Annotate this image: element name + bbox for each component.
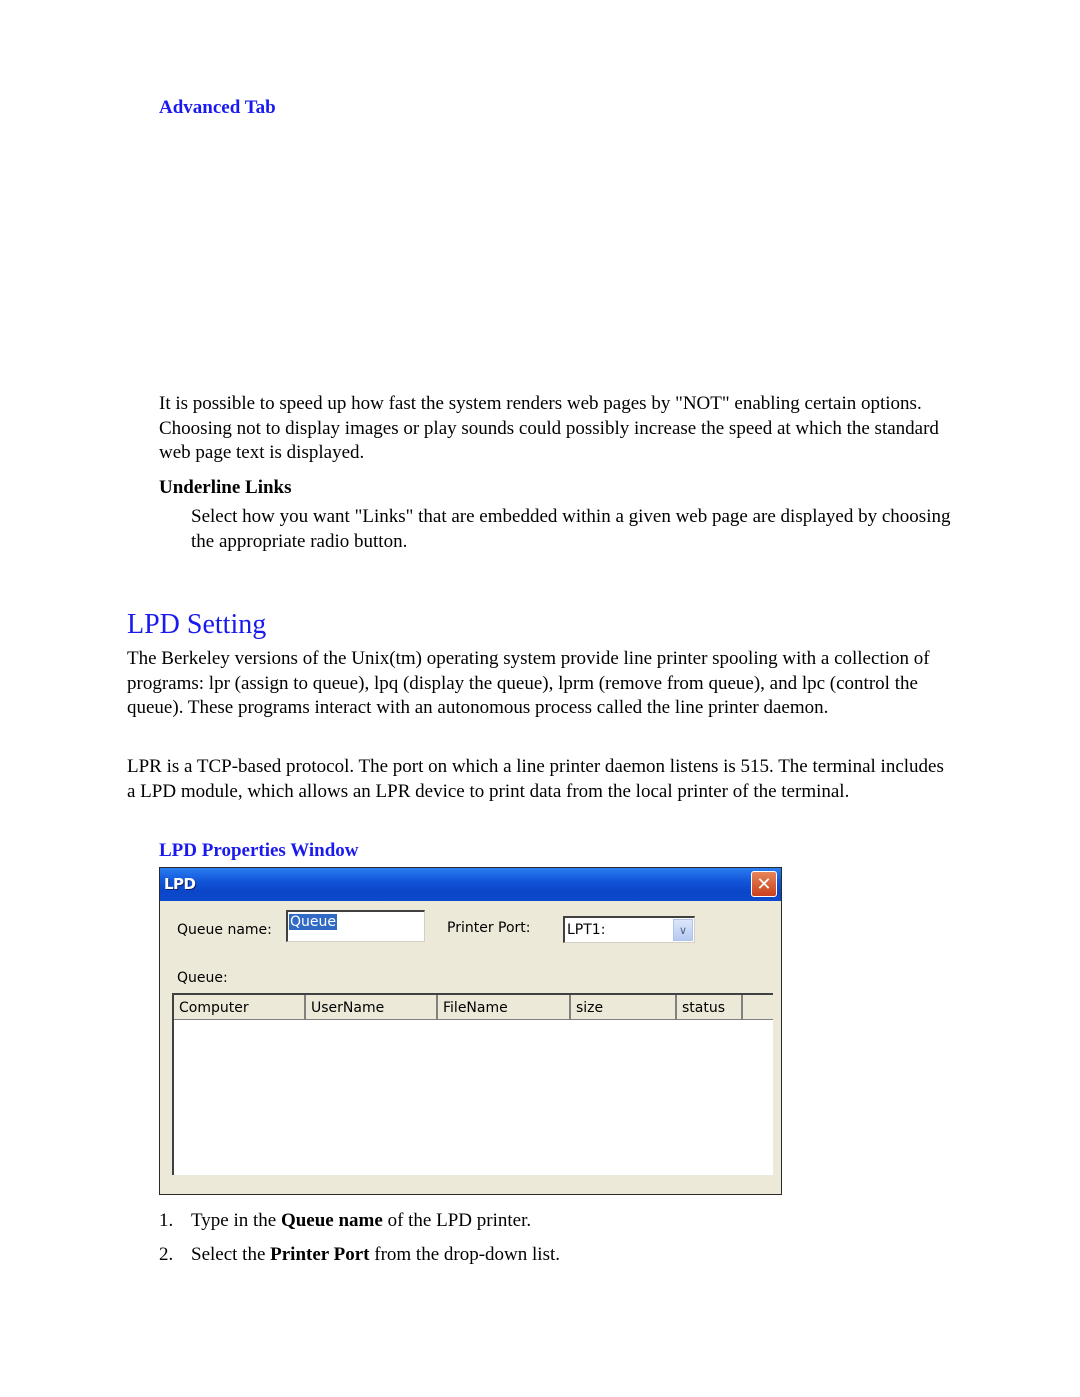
advanced-paragraph: It is possible to speed up how fast the …: [159, 393, 939, 463]
queue-list-header: Computer UserName FileName size status: [174, 995, 773, 1020]
printer-port-label: Printer Port:: [447, 920, 531, 936]
column-header-username[interactable]: UserName: [306, 995, 438, 1020]
step-text: Type in the: [191, 1210, 281, 1231]
queue-name-value: Queue: [289, 914, 337, 930]
close-button[interactable]: ✕: [751, 871, 777, 897]
step-text: from the drop-down list.: [369, 1244, 561, 1265]
queue-list[interactable]: Computer UserName FileName size status: [172, 993, 773, 1175]
column-header-filename[interactable]: FileName: [438, 995, 571, 1020]
queue-name-label: Queue name:: [177, 922, 272, 938]
queue-name-input[interactable]: Queue: [286, 910, 425, 942]
column-header-status[interactable]: status: [677, 995, 743, 1020]
printer-port-select[interactable]: LPT1: ∨: [563, 916, 695, 943]
step-text: of the LPD printer.: [382, 1210, 532, 1231]
underline-links-text: Select how you want "Links" that are emb…: [191, 506, 951, 552]
printer-port-value: LPT1:: [567, 922, 606, 938]
column-header-empty: [743, 995, 773, 1020]
step-item: 2. Select the Printer Port from the drop-…: [159, 1243, 560, 1268]
dialog-title: LPD: [164, 875, 196, 893]
column-header-size[interactable]: size: [571, 995, 677, 1020]
step-text: Select the: [191, 1244, 271, 1265]
advanced-tab-heading: Advanced Tab: [159, 97, 276, 118]
lpd-window-heading: LPD Properties Window: [159, 840, 359, 861]
underline-links-heading: Underline Links: [159, 477, 292, 498]
step-number: 1.: [159, 1210, 174, 1231]
queue-label: Queue:: [177, 970, 228, 986]
close-x-icon: ✕: [756, 873, 772, 895]
document-page: Advanced Tab It is possible to speed up …: [0, 0, 1080, 1397]
dialog-titlebar[interactable]: LPD ✕: [160, 868, 781, 901]
step-bold-term: Printer Port: [270, 1244, 370, 1265]
column-header-computer[interactable]: Computer: [174, 995, 306, 1020]
step-bold-term: Queue name: [280, 1210, 383, 1231]
lpd-dialog: LPD ✕ Queue name: Queue Printer Port: LP…: [159, 867, 782, 1195]
lpd-paragraph-1: The Berkeley versions of the Unix(tm) op…: [127, 648, 930, 718]
lpd-paragraph-2: LPR is a TCP-based protocol. The port on…: [127, 756, 944, 802]
chevron-down-icon: ∨: [678, 923, 688, 937]
step-item: 1. Type in the Queue name of the LPD prin…: [159, 1209, 531, 1234]
dropdown-button[interactable]: ∨: [673, 919, 693, 941]
lpd-setting-heading: LPD Setting: [127, 609, 267, 640]
step-number: 2.: [159, 1244, 174, 1265]
